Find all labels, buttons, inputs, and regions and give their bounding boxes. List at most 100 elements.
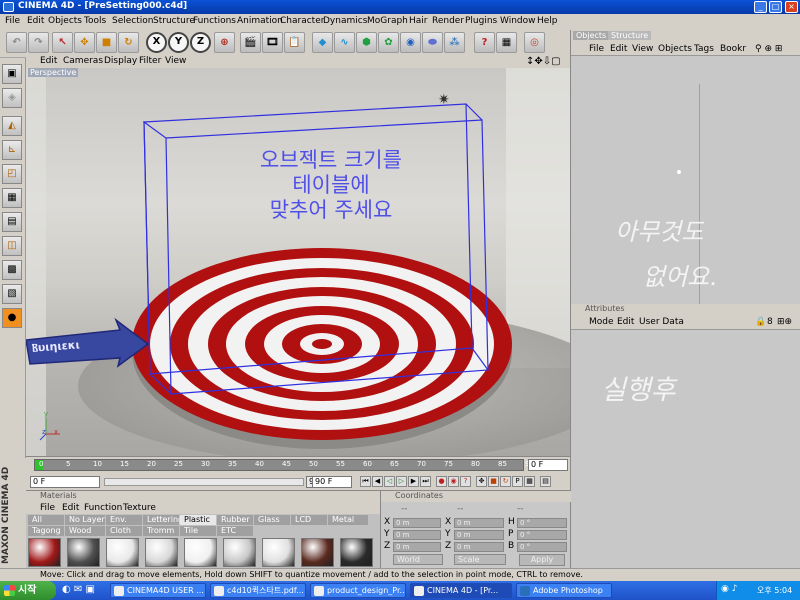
step-back-icon[interactable]: ◀ — [372, 476, 383, 487]
objects-menu-objects[interactable]: Objects — [658, 44, 692, 54]
snapping-icon[interactable]: ▩ — [2, 260, 22, 280]
materials-menu-texture[interactable]: Texture — [123, 503, 156, 513]
rot-b-field[interactable]: 0 ° — [517, 542, 567, 552]
pos-y-field[interactable]: 0 m — [393, 530, 441, 540]
pos-z-field[interactable]: 0 m — [393, 542, 441, 552]
material-tab-glass[interactable]: Glass — [254, 515, 290, 525]
material-tab-no-layer[interactable]: No Layer — [65, 515, 105, 525]
move-icon[interactable]: ✥ — [74, 32, 95, 53]
minimize-button[interactable]: _ — [754, 1, 767, 13]
render-settings-icon[interactable]: 📋 — [284, 32, 305, 53]
axis-mode-icon[interactable]: ◫ — [2, 236, 22, 256]
end-frame-field[interactable]: 90 F — [312, 476, 352, 488]
key-pla-icon[interactable]: ▦ — [524, 476, 535, 487]
redo-icon[interactable]: ↷ — [28, 32, 49, 53]
play-backward-icon[interactable]: ◁ — [384, 476, 395, 487]
tab-attributes[interactable]: Attributes — [585, 304, 625, 313]
layout-switch-icon[interactable]: ◎ — [524, 32, 545, 53]
object-mode-icon[interactable]: ◈ — [2, 88, 22, 108]
tab-structure[interactable]: Structure — [608, 31, 652, 40]
model-mode-icon[interactable]: ▣ — [2, 64, 22, 84]
polygons-mode-icon[interactable]: ◰ — [2, 164, 22, 184]
material-tab-cloth[interactable]: Cloth — [106, 526, 142, 536]
keyframe-icon[interactable]: ? — [460, 476, 471, 487]
pos-x-field[interactable]: 0 m — [393, 518, 441, 528]
key-pos-icon[interactable]: ✥ — [476, 476, 487, 487]
viewport-menu-view[interactable]: View — [165, 56, 186, 66]
quicklaunch-icons[interactable]: ◐ ✉ ▣ — [62, 584, 95, 595]
material-tab-tagong[interactable]: Tagong — [28, 526, 64, 536]
materials-menu-edit[interactable]: Edit — [62, 503, 79, 513]
points-mode-icon[interactable]: ◭ — [2, 116, 22, 136]
render-view-icon[interactable]: 🎬 — [240, 32, 261, 53]
tray-icons[interactable]: ◉ ♪ — [721, 584, 737, 594]
viewport-menu-filter[interactable]: Filter — [139, 56, 161, 66]
array-icon[interactable]: ✿ — [378, 32, 399, 53]
layout-icon[interactable]: ▦ — [496, 32, 517, 53]
autokey-icon[interactable]: ◉ — [448, 476, 459, 487]
close-button[interactable]: × — [785, 1, 798, 13]
size-z-field[interactable]: 0 m — [454, 542, 504, 552]
material-swatch[interactable] — [262, 538, 295, 567]
materials-menu-file[interactable]: File — [40, 503, 55, 513]
perspective-viewport[interactable]: ✷ Perspective 오브젝트 크기를 테이블에 맞추어 주세요 Ⲃυιη… — [26, 68, 570, 456]
attributes-menu-edit[interactable]: Edit — [617, 317, 634, 327]
spline-icon[interactable]: ∿ — [334, 32, 355, 53]
task-cinema4d-active[interactable]: CINEMA 4D - [Pr... — [410, 583, 512, 598]
coordinate-system-icon[interactable]: ⊕ — [214, 32, 235, 53]
light-icon[interactable]: ✷ — [438, 92, 450, 108]
attributes-lock-icon[interactable]: 🔒 — [755, 317, 766, 327]
task-quickstart-pdf[interactable]: c4d10퀵스타트.pdf... — [210, 583, 306, 598]
material-tab-wood[interactable]: Wood — [65, 526, 105, 536]
timeline-ruler[interactable]: 051015202530354045505560657075808590 — [34, 459, 534, 471]
material-swatch[interactable] — [28, 538, 61, 567]
material-tab-all[interactable]: All — [28, 515, 64, 525]
menu-objects[interactable]: Objects — [48, 16, 82, 26]
step-forward-icon[interactable]: ▶ — [408, 476, 419, 487]
key-param-icon[interactable]: P — [512, 476, 523, 487]
viewport-menu-edit[interactable]: Edit — [40, 56, 57, 66]
workplane-icon[interactable]: ▧ — [2, 284, 22, 304]
menu-help[interactable]: Help — [537, 16, 558, 26]
menu-functions[interactable]: Functions — [193, 16, 236, 26]
task-cinema4d-user[interactable]: CINEMA4D USER ... — [110, 583, 206, 598]
menu-selection[interactable]: Selection — [112, 16, 153, 26]
live-selection-icon[interactable]: ↖ — [52, 32, 73, 53]
nurbs-icon[interactable]: ⬢ — [356, 32, 377, 53]
key-scale-icon[interactable]: ■ — [488, 476, 499, 487]
material-swatch[interactable] — [301, 538, 334, 567]
maximize-button[interactable]: □ — [769, 1, 782, 13]
rot-h-field[interactable]: 0 ° — [517, 518, 567, 528]
start-frame-field[interactable]: 0 F — [30, 476, 100, 488]
timeline-options-icon[interactable]: ▤ — [540, 476, 551, 487]
menu-dynamics[interactable]: Dynamics — [323, 16, 367, 26]
start-button[interactable]: 시작 — [0, 581, 56, 600]
objects-menu-file[interactable]: File — [589, 44, 604, 54]
apply-button[interactable]: Apply — [519, 554, 565, 566]
deformer-icon[interactable]: ◉ — [400, 32, 421, 53]
goto-start-icon[interactable]: ⏮ — [360, 476, 371, 487]
attributes-menu-mode[interactable]: Mode — [589, 317, 614, 327]
material-tab-env[interactable]: Env. — [106, 515, 142, 525]
material-swatch[interactable] — [145, 538, 178, 567]
edges-mode-icon[interactable]: ⊾ — [2, 140, 22, 160]
size-y-field[interactable]: 0 m — [454, 530, 504, 540]
preview-range-slider[interactable] — [104, 478, 304, 486]
material-tab-lettering[interactable]: Lettering — [143, 515, 183, 525]
menu-animation[interactable]: Animation — [237, 16, 283, 26]
y-axis-button[interactable]: Y — [168, 32, 189, 53]
tab-objects[interactable]: Objects — [573, 31, 610, 40]
objects-list[interactable]: 아무것도 없어요. — [571, 57, 800, 331]
objects-column-splitter[interactable] — [699, 84, 700, 331]
viewport-nav-icons[interactable]: ↕✥⇩▢ — [526, 56, 561, 67]
menu-structure[interactable]: Structure — [153, 16, 195, 26]
menu-mograph[interactable]: MoGraph — [367, 16, 408, 26]
x-axis-button[interactable]: X — [146, 32, 167, 53]
menu-render[interactable]: Render — [432, 16, 464, 26]
sculpt-icon[interactable]: ● — [2, 308, 22, 328]
material-tab-etc[interactable]: ETC — [217, 526, 253, 536]
objects-menu-view[interactable]: View — [632, 44, 653, 54]
material-tab-lcd[interactable]: LCD — [291, 515, 327, 525]
z-axis-button[interactable]: Z — [190, 32, 211, 53]
particle-icon[interactable]: ⁂ — [444, 32, 465, 53]
